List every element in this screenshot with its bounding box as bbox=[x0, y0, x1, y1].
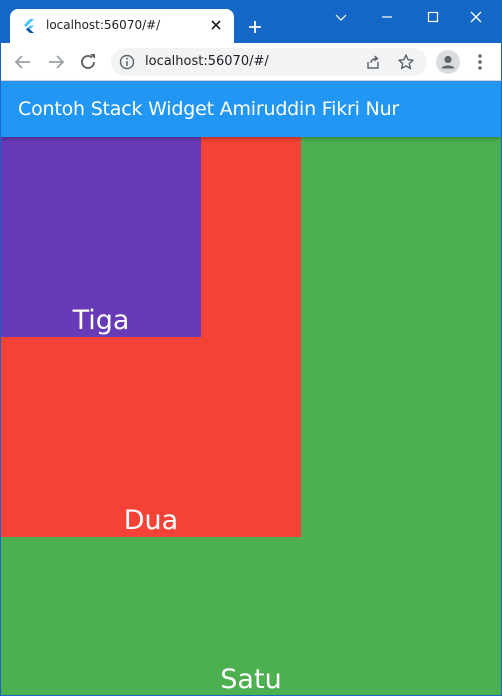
label-satu: Satu bbox=[220, 664, 282, 695]
person-icon bbox=[441, 55, 455, 69]
minimize-icon bbox=[382, 16, 392, 18]
label-tiga: Tiga bbox=[72, 305, 130, 336]
app-bar: Contoh Stack Widget Amiruddin Fikri Nur bbox=[1, 81, 501, 137]
maximize-icon bbox=[427, 11, 439, 23]
share-icon[interactable] bbox=[365, 54, 381, 70]
close-icon bbox=[470, 11, 482, 23]
url-text[interactable]: localhost:56070/#/ bbox=[145, 54, 269, 69]
browser-tab[interactable]: localhost:56070/#/ bbox=[10, 9, 234, 43]
more-vert-icon[interactable] bbox=[473, 52, 487, 72]
new-tab-icon[interactable] bbox=[245, 17, 265, 37]
forward-arrow-icon[interactable] bbox=[45, 51, 67, 73]
reload-icon[interactable] bbox=[77, 51, 99, 73]
close-tab-icon[interactable] bbox=[208, 17, 224, 33]
title-bar: localhost:56070/#/ bbox=[1, 1, 501, 43]
bookmark-star-icon[interactable] bbox=[397, 53, 415, 71]
maximize-button[interactable] bbox=[410, 5, 456, 29]
tab-title: localhost:56070/#/ bbox=[46, 18, 161, 32]
back-arrow-icon[interactable] bbox=[12, 51, 34, 73]
stack-widget: Satu Dua Tiga bbox=[1, 137, 501, 695]
chevron-down-icon bbox=[335, 14, 347, 21]
browser-toolbar: localhost:56070/#/ bbox=[1, 43, 501, 81]
container-tiga: Tiga bbox=[1, 137, 201, 337]
profile-avatar[interactable] bbox=[436, 50, 460, 74]
close-window-button[interactable] bbox=[453, 5, 499, 29]
browser-window: localhost:56070/#/ localhost:56070/#/ Co… bbox=[0, 0, 502, 696]
label-dua: Dua bbox=[123, 505, 179, 536]
address-bar[interactable]: localhost:56070/#/ bbox=[111, 48, 427, 76]
flutter-icon bbox=[24, 19, 34, 33]
info-icon[interactable] bbox=[119, 54, 135, 70]
minimize-button[interactable] bbox=[364, 5, 410, 29]
tab-search-button[interactable] bbox=[318, 5, 364, 29]
page-title: Contoh Stack Widget Amiruddin Fikri Nur bbox=[18, 98, 400, 120]
